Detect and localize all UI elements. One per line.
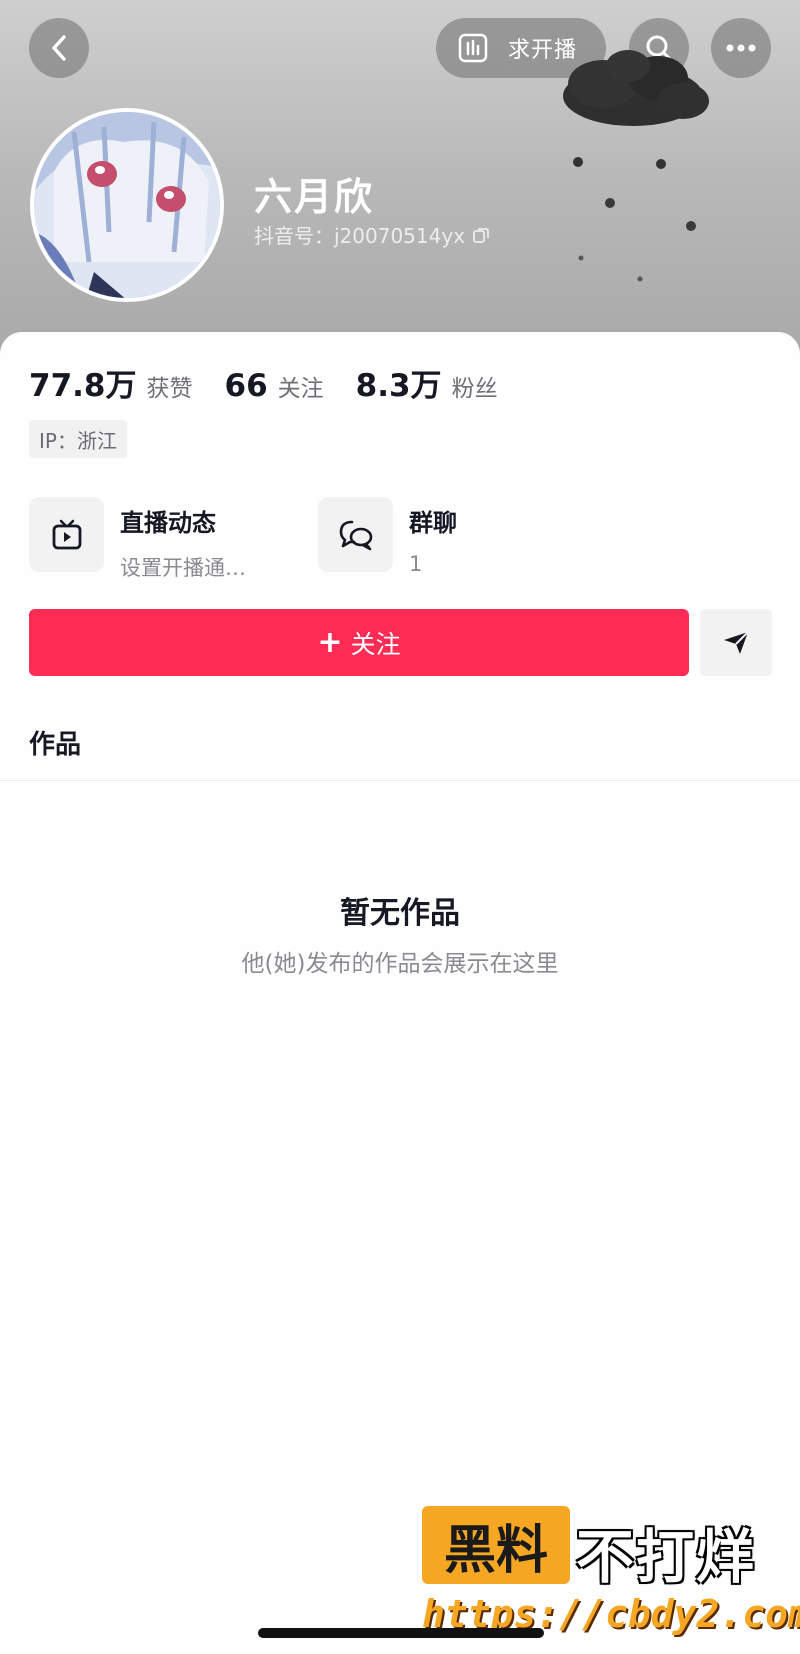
following-label: 关注 xyxy=(277,376,324,402)
ip-location-tag: IP：浙江 xyxy=(29,420,127,458)
stats-row: 77.8万 获赞 66 关注 8.3万 粉丝 xyxy=(29,360,530,405)
group-chat-entry[interactable]: 群聊 1 xyxy=(318,497,457,576)
profile-content-sheet: 77.8万 获赞 66 关注 8.3万 粉丝 IP：浙江 直播动态 设置开播通… xyxy=(0,332,800,1654)
more-button[interactable] xyxy=(711,18,771,78)
follow-label: 关注 xyxy=(350,629,401,659)
stat-likes[interactable]: 77.8万 获赞 xyxy=(29,360,193,405)
douyin-id-text: 抖音号：j20070514yx xyxy=(254,224,466,248)
followers-count: 8.3万 xyxy=(355,368,442,404)
live-updates-icon-box xyxy=(29,497,104,572)
group-chat-title: 群聊 xyxy=(409,509,457,537)
stat-followers[interactable]: 8.3万 粉丝 xyxy=(356,360,498,405)
empty-state-title: 暂无作品 xyxy=(340,896,460,931)
stat-following[interactable]: 66 关注 xyxy=(225,368,324,404)
send-icon xyxy=(724,630,749,654)
douyin-id[interactable]: 抖音号：j20070514yx xyxy=(254,220,491,249)
chat-bubbles-icon xyxy=(339,520,372,550)
back-button[interactable] xyxy=(29,18,89,78)
live-updates-title: 直播动态 xyxy=(120,509,216,537)
send-message-button[interactable] xyxy=(700,609,772,676)
likes-label: 获赞 xyxy=(146,376,193,402)
plus-icon: + xyxy=(317,625,343,660)
tab-works[interactable]: 作品 xyxy=(29,724,81,761)
more-icon xyxy=(726,44,756,52)
followers-label: 粉丝 xyxy=(451,376,498,402)
rain-cloud-decoration xyxy=(563,50,709,282)
live-updates-subtitle: 设置开播通… xyxy=(120,556,246,580)
group-chat-icon-box xyxy=(318,497,393,572)
group-chat-count: 1 xyxy=(409,552,423,576)
home-indicator[interactable] xyxy=(258,1628,544,1638)
copy-icon[interactable] xyxy=(471,225,491,245)
avatar-illustration xyxy=(34,112,220,298)
following-count: 66 xyxy=(224,368,268,404)
tab-divider xyxy=(0,780,800,781)
follow-button[interactable]: + 关注 xyxy=(29,609,689,676)
empty-state-subtitle: 他(她)发布的作品会展示在这里 xyxy=(241,951,559,977)
back-icon xyxy=(52,35,66,61)
watermark-text: 不打烊 xyxy=(576,1523,757,1591)
nickname: 六月欣 xyxy=(254,175,375,219)
watermark-box: 黑料 xyxy=(422,1506,570,1584)
avatar[interactable] xyxy=(30,108,224,302)
bar-chart-icon xyxy=(458,33,488,63)
likes-count: 77.8万 xyxy=(29,368,137,404)
live-updates-entry[interactable]: 直播动态 设置开播通… xyxy=(29,497,246,582)
tv-icon xyxy=(52,519,81,549)
watermark-logo: 黑料 不打烊 https://cbdy2.com xyxy=(422,1506,800,1646)
